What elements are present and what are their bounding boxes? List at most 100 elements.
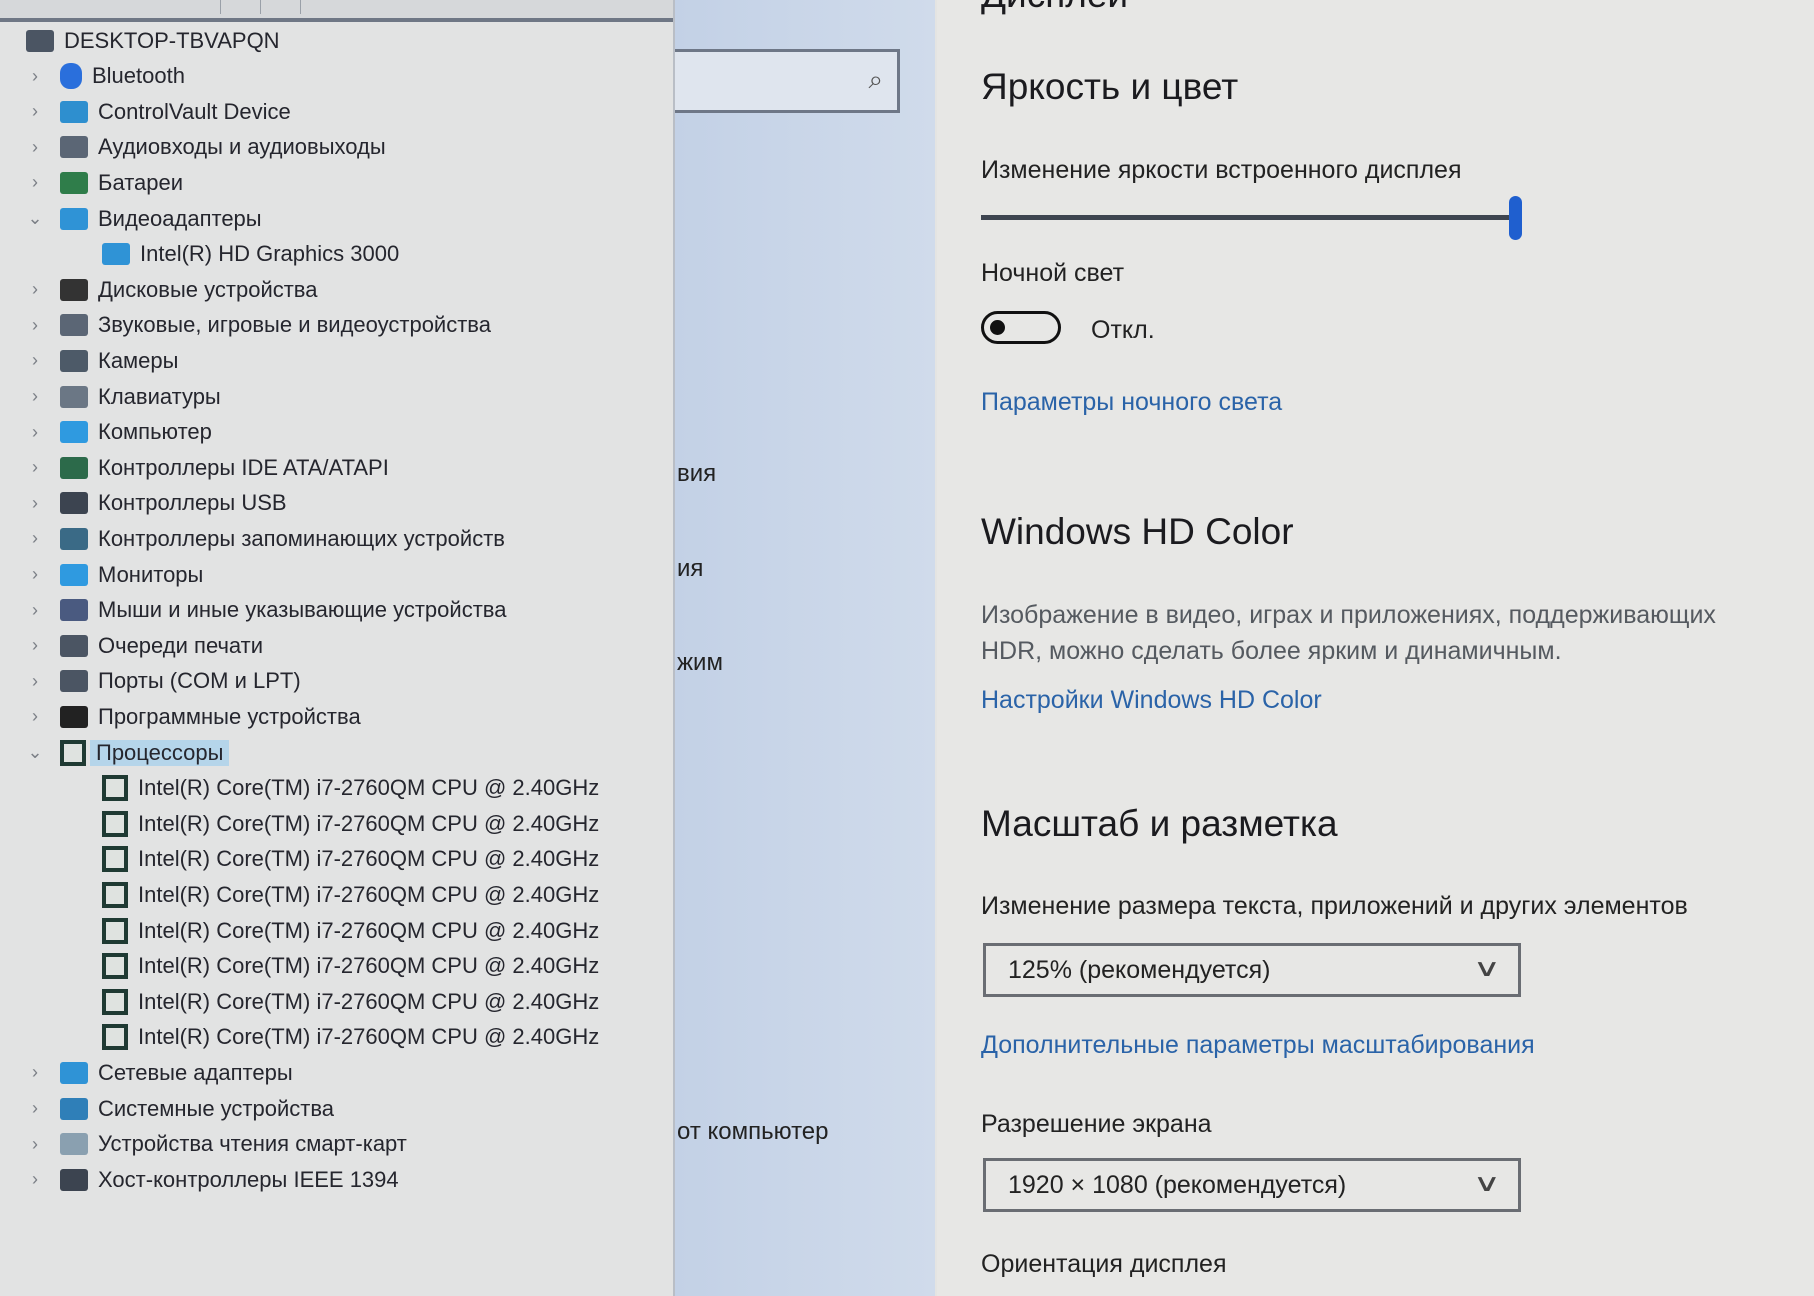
tree-category[interactable]: › Системные устройства (32, 1091, 334, 1126)
tree-item-label: Видеоадаптеры (98, 205, 262, 231)
tree-category[interactable]: › Аудиовходы и аудиовыходы (32, 130, 386, 165)
tree-category[interactable]: › Дисковые устройства (32, 272, 317, 307)
tree-category[interactable]: › Программные устройства (32, 699, 361, 734)
nav-item[interactable]: жим (677, 649, 723, 677)
tree-category[interactable]: › Клавиатуры (32, 379, 221, 414)
search-icon: ⌕ (868, 64, 883, 94)
night-light-toggle[interactable] (981, 311, 1061, 344)
toolbar-button[interactable] (180, 0, 221, 14)
tree-category[interactable]: ⌄ Процессоры (27, 735, 230, 770)
chevron-right-icon[interactable]: › (27, 528, 43, 549)
chevron-right-icon[interactable]: › (27, 386, 43, 407)
tree-category[interactable]: ⌄ Видеоадаптеры (27, 201, 262, 236)
tree-item-label: Порты (COM и LPT) (98, 668, 301, 694)
tree-category[interactable]: › Звуковые, игровые и видеоустройства (32, 308, 491, 343)
processor-icon (102, 1024, 128, 1051)
processor-icon (102, 881, 128, 908)
chevron-right-icon[interactable]: › (27, 600, 43, 621)
device-manager-window: DESKTOP-TBVAPQN › Bluetooth › ControlVault D… (0, 0, 675, 1296)
tree-category[interactable]: › Устройства чтения смарт-карт (32, 1127, 407, 1162)
toolbar-button[interactable] (260, 0, 301, 14)
chevron-right-icon[interactable]: › (27, 1134, 43, 1155)
controlvault-icon (60, 100, 88, 123)
display-adapter-icon (60, 207, 88, 230)
chevron-right-icon[interactable]: › (27, 564, 43, 585)
scale-dropdown[interactable]: 125% (рекомендуется) ∨ (983, 943, 1521, 997)
tree-category[interactable]: › Очереди печати (32, 628, 263, 663)
chevron-right-icon[interactable]: › (27, 315, 43, 336)
tree-device[interactable]: Intel(R) Core(TM) i7-2760QM CPU @ 2.40GH… (102, 1020, 599, 1055)
tree-category[interactable]: › Батареи (32, 165, 184, 200)
tree-item-label: Контроллеры IDE ATA/ATAPI (98, 454, 389, 480)
tree-item-label: Мониторы (98, 561, 204, 587)
chevron-right-icon[interactable]: › (27, 493, 43, 514)
toolbar-button[interactable] (220, 0, 261, 14)
camera-icon (60, 349, 88, 372)
chevron-right-icon[interactable]: › (27, 101, 43, 122)
night-light-settings-link[interactable]: Параметры ночного света (981, 388, 1282, 417)
orientation-label: Ориентация дисплея (981, 1250, 1227, 1278)
tree-category[interactable]: › ControlVault Device (32, 94, 291, 129)
tree-category[interactable]: › Контроллеры USB (32, 486, 287, 521)
chevron-down-icon[interactable]: ⌄ (27, 742, 43, 763)
tree-device[interactable]: Intel(R) Core(TM) i7-2760QM CPU @ 2.40GH… (102, 877, 599, 912)
chevron-right-icon[interactable]: › (27, 1062, 43, 1083)
tree-item-label: Хост-контроллеры IEEE 1394 (98, 1166, 399, 1192)
search-input[interactable]: ⌕ (675, 49, 900, 113)
tree-category[interactable]: › Камеры (32, 343, 178, 378)
tree-device[interactable]: Intel(R) Core(TM) i7-2760QM CPU @ 2.40GH… (102, 984, 599, 1019)
nav-item[interactable]: ия (677, 555, 703, 583)
tree-root[interactable]: DESKTOP-TBVAPQN (26, 23, 280, 58)
chevron-right-icon[interactable]: › (27, 671, 43, 692)
chevron-right-icon[interactable]: › (27, 137, 43, 158)
tree-category[interactable]: › Сетевые адаптеры (32, 1055, 293, 1090)
tree-category[interactable]: › Компьютер (32, 415, 212, 450)
chevron-right-icon[interactable]: › (27, 1098, 43, 1119)
tree-device[interactable]: Intel(R) Core(TM) i7-2760QM CPU @ 2.40GH… (102, 806, 599, 841)
tree-category[interactable]: › Хост-контроллеры IEEE 1394 (32, 1162, 399, 1197)
tree-device[interactable]: Intel(R) Core(TM) i7-2760QM CPU @ 2.40GH… (102, 949, 599, 984)
tree-category[interactable]: › Контроллеры запоминающих устройств (32, 521, 505, 556)
port-icon (60, 670, 88, 693)
tree-device[interactable]: Intel(R) Core(TM) i7-2760QM CPU @ 2.40GH… (102, 842, 599, 877)
processor-icon (102, 988, 128, 1015)
tree-device[interactable]: Intel(R) Core(TM) i7-2760QM CPU @ 2.40GH… (102, 913, 599, 948)
nav-item[interactable]: вия (677, 460, 716, 488)
tree-category[interactable]: › Мыши и иные указывающие устройства (32, 593, 506, 628)
chevron-right-icon[interactable]: › (27, 1169, 43, 1190)
chevron-right-icon[interactable]: › (27, 350, 43, 371)
advanced-scaling-link[interactable]: Дополнительные параметры масштабирования (981, 1031, 1535, 1060)
tree-category[interactable]: › Контроллеры IDE ATA/ATAPI (32, 450, 389, 485)
nav-item[interactable]: от компьютер (677, 1118, 829, 1146)
chevron-right-icon[interactable]: › (27, 279, 43, 300)
tree-category[interactable]: › Мониторы (32, 557, 204, 592)
tree-device[interactable]: Intel(R) Core(TM) i7-2760QM CPU @ 2.40GH… (102, 771, 599, 806)
monitor-icon (60, 563, 88, 586)
scale-label: Изменение размера текста, приложений и д… (981, 892, 1688, 920)
slider-thumb[interactable] (1509, 196, 1522, 240)
tree-device[interactable]: Intel(R) HD Graphics 3000 (102, 237, 399, 272)
display-adapter-icon (102, 243, 130, 266)
chevron-down-icon[interactable]: ⌄ (27, 208, 43, 229)
tree-category[interactable]: › Порты (COM и LPT) (32, 664, 301, 699)
tree-item-label: Процессоры (90, 739, 230, 766)
brightness-slider[interactable] (981, 196, 1522, 240)
hdr-settings-link[interactable]: Настройки Windows HD Color (981, 686, 1322, 715)
settings-nav-pane: ⌕ вия ия жим от компьютер (675, 0, 935, 1296)
chevron-right-icon[interactable]: › (27, 66, 43, 87)
chevron-right-icon[interactable]: › (27, 635, 43, 656)
chevron-right-icon[interactable]: › (27, 172, 43, 193)
tree-item-label: Контроллеры USB (98, 490, 287, 516)
brightness-heading: Яркость и цвет (981, 66, 1239, 107)
tree-item-label: Батареи (98, 169, 184, 195)
resolution-dropdown[interactable]: 1920 × 1080 (рекомендуется) ∨ (983, 1158, 1521, 1212)
chevron-right-icon[interactable]: › (27, 706, 43, 727)
tree-category[interactable]: › Bluetooth (32, 59, 185, 94)
smartcard-reader-icon (60, 1133, 88, 1156)
tree-item-label: Intel(R) Core(TM) i7-2760QM CPU @ 2.40GH… (138, 988, 600, 1014)
chevron-right-icon[interactable]: › (27, 457, 43, 478)
chevron-right-icon[interactable]: › (27, 422, 43, 443)
battery-icon (60, 171, 88, 194)
chevron-down-icon: ∨ (1473, 955, 1502, 982)
computer-icon (60, 421, 88, 444)
